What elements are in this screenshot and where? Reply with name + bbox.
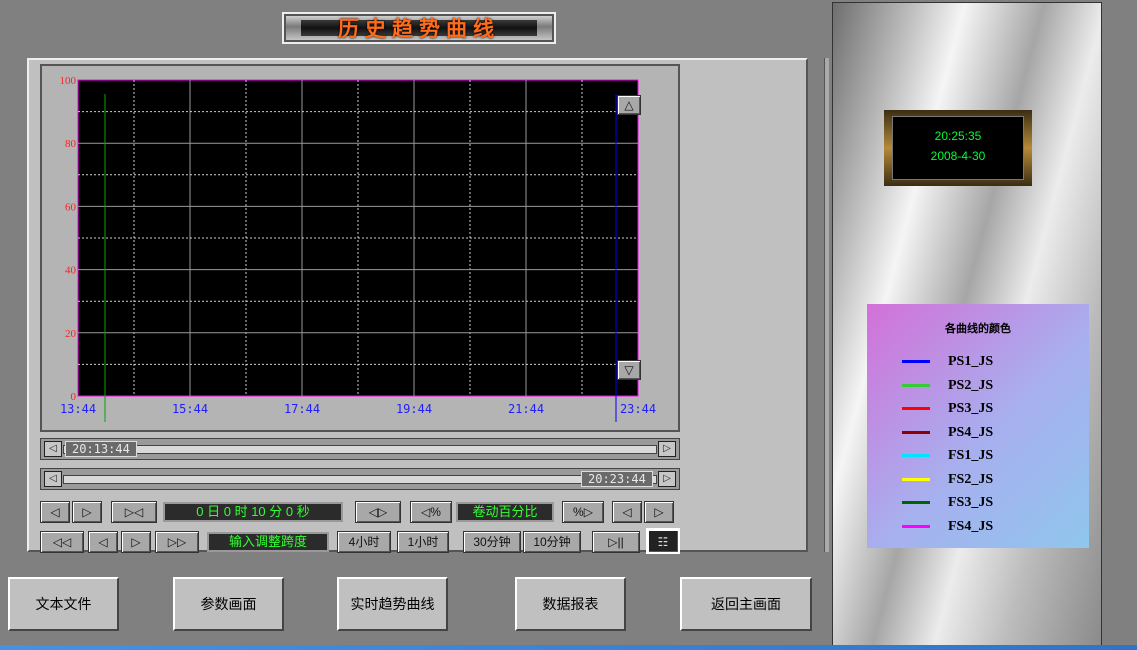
scroll-track[interactable] [63, 475, 657, 484]
settings-icon[interactable]: ☷ [646, 528, 680, 554]
legend: 各曲线的颜色 PS1_JS PS2_JS PS3_JS PS4_JS FS1_JS FS2… [867, 304, 1089, 548]
x-tick-label: 21:44 [508, 402, 544, 416]
scroll-right-arrow-icon[interactable]: ▷ [658, 471, 676, 487]
y-tick-label: 80 [65, 138, 77, 150]
span-1h-button[interactable]: 1小时 [397, 531, 449, 553]
scroll-percent-display: 卷动百分比 [456, 502, 554, 522]
legend-swatch [902, 430, 930, 434]
percent-left-button[interactable]: ◁% [410, 501, 452, 523]
scroll-track[interactable] [63, 445, 657, 454]
data-report-button[interactable]: 数据报表 [515, 577, 626, 631]
legend-swatch [902, 383, 930, 387]
trend-chart: 100 80 60 40 20 0 13:44 15:44 17:44 19:44 21:44 23:… [42, 17, 656, 422]
scroll-left-arrow-icon[interactable]: ◁ [44, 441, 62, 457]
x-tick-label: 13:44 [60, 402, 96, 416]
clock-date: 2008-4-30 [930, 149, 986, 163]
return-home-button[interactable]: 返回主画面 [680, 577, 812, 631]
span-display: 0 日 0 时 10 分 0 秒 [163, 502, 343, 522]
zoom-out-button[interactable]: ◁▷ [355, 501, 401, 523]
x-tick-label: 19:44 [396, 402, 432, 416]
x-tick-label: 17:44 [284, 402, 320, 416]
legend-label: PS4_JS [948, 424, 994, 440]
clock: 20:25:35 2008-4-30 [884, 110, 1032, 186]
legend-swatch [902, 477, 930, 481]
input-span-button[interactable]: 输入调整跨度 [207, 532, 329, 552]
scroll-up-icon[interactable]: △ [617, 95, 641, 115]
panel-divider [824, 58, 829, 552]
clock-screen: 20:25:35 2008-4-30 [892, 116, 1024, 180]
y-tick-label: 20 [65, 328, 77, 340]
step-back-button[interactable]: ◁ [40, 501, 70, 523]
left-cursor-time[interactable]: 20:13:44 [65, 441, 137, 457]
y-tick-label: 100 [60, 75, 77, 87]
trend-chart-svg: 10080604020013:44 15:44 17:44 19:44 21:44 23:… [60, 75, 656, 422]
zoom-in-button[interactable]: ▷◁ [111, 501, 157, 523]
span-4h-button[interactable]: 4小时 [337, 531, 391, 553]
forward-button[interactable]: ▷ [121, 531, 151, 553]
legend-label: FS3_JS [948, 495, 994, 510]
legend-label: PS2_JS [948, 377, 994, 393]
left-cursor-scrollbar[interactable]: ◁ 20:13:44 ▷ [40, 438, 680, 460]
step-forward-button[interactable]: ▷ [72, 501, 102, 523]
scroll-left-arrow-icon[interactable]: ◁ [44, 471, 62, 487]
legend-title: 各曲线的颜色 [945, 322, 1011, 335]
taskbar-strip [0, 645, 1137, 650]
span-30m-button[interactable]: 30分钟 [463, 531, 521, 553]
scroll-down-icon[interactable]: ▽ [617, 360, 641, 380]
span-10m-button[interactable]: 10分钟 [523, 531, 581, 553]
legend-label: FS4_JS [948, 518, 994, 534]
legend-swatch [902, 524, 930, 528]
x-tick-label: 23:44 [620, 402, 656, 416]
text-file-button[interactable]: 文本文件 [8, 577, 119, 631]
legend-label: FS1_JS [948, 448, 994, 463]
legend-swatch [902, 407, 930, 410]
right-cursor-time[interactable]: 20:23:44 [581, 471, 653, 487]
scroll-right-arrow-icon[interactable]: ▷ [658, 441, 676, 457]
back-button[interactable]: ◁ [88, 531, 118, 553]
y-tick-label: 40 [65, 265, 77, 277]
legend-swatch [902, 454, 930, 457]
right-cursor-scrollbar[interactable]: ◁ 20:23:44 ▷ [40, 468, 680, 490]
play-pause-button[interactable]: ▷|| [592, 531, 640, 553]
legend-label: FS2_JS [948, 471, 994, 487]
y-tick-label: 60 [65, 201, 77, 213]
page-right-button[interactable]: ▷ [644, 501, 674, 523]
fast-forward-button[interactable]: ▷▷ [155, 531, 199, 553]
page-left-button[interactable]: ◁ [612, 501, 642, 523]
legend-label: PS1_JS [948, 354, 994, 369]
params-button[interactable]: 参数画面 [173, 577, 284, 631]
legend-swatch [902, 360, 930, 363]
legend-label: PS3_JS [948, 401, 994, 416]
clock-time: 20:25:35 [934, 129, 982, 143]
x-tick-label: 15:44 [172, 402, 208, 416]
percent-right-button[interactable]: %▷ [562, 501, 604, 523]
legend-swatch [902, 501, 930, 504]
realtime-trend-button[interactable]: 实时趋势曲线 [337, 577, 448, 631]
fast-back-button[interactable]: ◁◁ [40, 531, 84, 553]
